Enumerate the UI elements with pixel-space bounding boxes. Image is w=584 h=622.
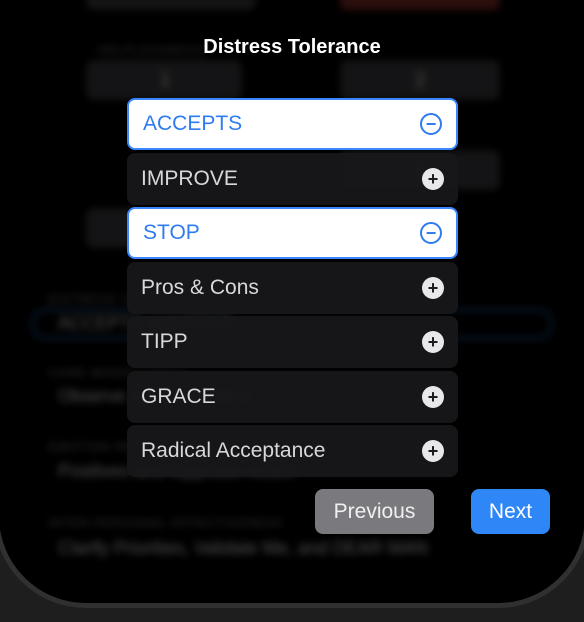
skill-item-label: Radical Acceptance bbox=[141, 439, 326, 462]
skill-item-label: ACCEPTS bbox=[143, 112, 243, 135]
plus-circle-icon[interactable]: + bbox=[422, 386, 444, 408]
next-button[interactable]: Next bbox=[471, 489, 550, 534]
plus-circle-icon[interactable]: + bbox=[422, 331, 444, 353]
skill-item-accepts[interactable]: ACCEPTS − bbox=[127, 98, 458, 150]
skill-item-stop[interactable]: STOP − bbox=[127, 207, 458, 259]
skill-item-tipp[interactable]: TIPP + bbox=[127, 316, 458, 368]
skill-item-label: IMPROVE bbox=[141, 167, 238, 190]
skill-item-pros-cons[interactable]: Pros & Cons + bbox=[127, 262, 458, 314]
dialog-title: Distress Tolerance bbox=[203, 36, 381, 58]
skill-item-label: GRACE bbox=[141, 385, 216, 408]
previous-button[interactable]: Previous bbox=[315, 489, 434, 534]
plus-circle-icon[interactable]: + bbox=[422, 168, 444, 190]
skill-item-improve[interactable]: IMPROVE + bbox=[127, 153, 458, 205]
skill-item-label: STOP bbox=[143, 221, 200, 244]
minus-circle-icon[interactable]: − bbox=[420, 222, 442, 244]
skill-item-radical-acceptance[interactable]: Radical Acceptance + bbox=[127, 425, 458, 477]
plus-circle-icon[interactable]: + bbox=[422, 277, 444, 299]
skill-item-grace[interactable]: GRACE + bbox=[127, 371, 458, 423]
plus-circle-icon[interactable]: + bbox=[422, 440, 444, 462]
minus-circle-icon[interactable]: − bbox=[420, 113, 442, 135]
skill-item-label: TIPP bbox=[141, 330, 188, 353]
skill-item-label: Pros & Cons bbox=[141, 276, 259, 299]
